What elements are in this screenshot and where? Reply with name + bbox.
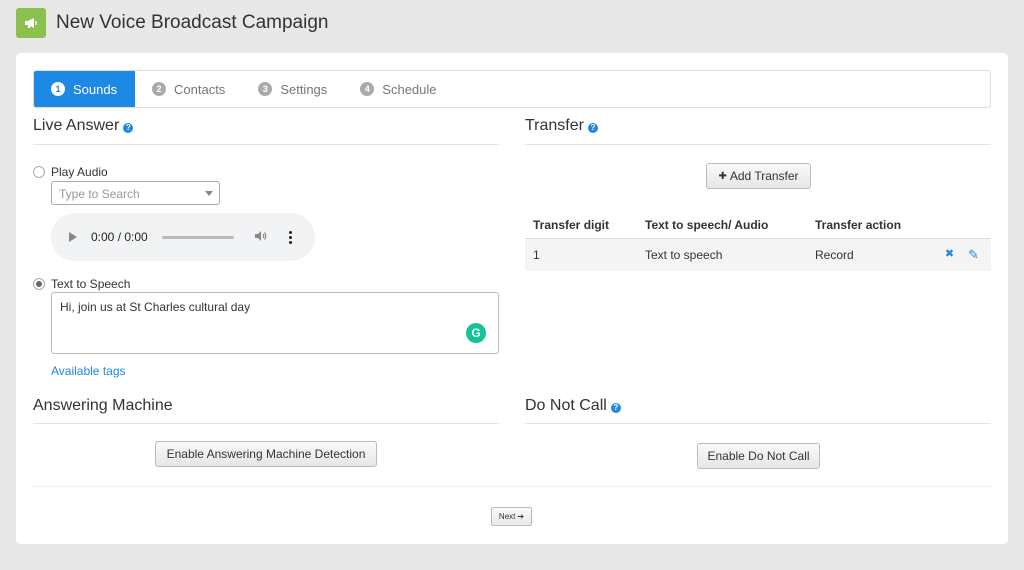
live-answer-heading: Live Answer	[33, 117, 119, 135]
play-icon[interactable]	[69, 232, 77, 242]
tab-label: Sounds	[73, 82, 117, 97]
text-to-speech-option[interactable]: Text to Speech	[33, 277, 130, 291]
page-header: New Voice Broadcast Campaign	[16, 8, 328, 38]
tab-sounds[interactable]: 1 Sounds	[34, 71, 135, 107]
tts-text: Hi, join us at St Charles cultural day	[60, 300, 250, 314]
transfer-digit-cell: 1	[525, 248, 637, 262]
do-not-call-heading: Do Not Call	[525, 397, 607, 415]
play-audio-option[interactable]: Play Audio	[33, 165, 108, 179]
delete-icon[interactable]: ✖	[945, 247, 954, 263]
edit-icon[interactable]: ✎	[968, 247, 979, 263]
text-to-speech-label: Text to Speech	[51, 277, 130, 291]
next-button[interactable]: Next ➔	[491, 507, 532, 526]
answering-machine-title: Answering Machine	[33, 397, 173, 415]
chevron-down-icon	[205, 191, 213, 196]
help-icon[interactable]: ?	[611, 403, 621, 413]
audio-progress-slider[interactable]	[162, 236, 234, 239]
transfer-tts-cell: Text to speech	[637, 248, 807, 262]
next-label: Next	[499, 512, 515, 521]
available-tags-link[interactable]: Available tags	[51, 364, 126, 378]
section-divider	[525, 144, 991, 145]
volume-icon[interactable]	[254, 230, 267, 245]
arrow-right-icon: ➔	[517, 512, 524, 521]
audio-search-select[interactable]: Type to Search	[51, 181, 220, 205]
tab-number: 3	[258, 82, 272, 96]
campaign-card: 1 Sounds 2 Contacts 3 Settings 4 Schedul…	[16, 53, 1008, 544]
tab-settings[interactable]: 3 Settings	[241, 71, 343, 107]
transfer-title: Transfer ?	[525, 117, 598, 135]
text-to-speech-radio[interactable]	[33, 278, 45, 290]
plus-icon: ✚	[718, 171, 726, 182]
audio-player: 0:00 / 0:00	[51, 213, 315, 261]
audio-search-placeholder: Type to Search	[59, 187, 140, 201]
grammarly-icon[interactable]: G	[466, 323, 486, 343]
column-header: Transfer digit	[525, 218, 637, 232]
audio-time: 0:00 / 0:00	[91, 230, 148, 244]
play-audio-label: Play Audio	[51, 165, 108, 179]
section-divider	[33, 144, 499, 145]
footer-divider	[33, 486, 991, 487]
tab-schedule[interactable]: 4 Schedule	[343, 71, 452, 107]
tab-label: Contacts	[174, 82, 225, 97]
tts-textarea[interactable]: Hi, join us at St Charles cultural day G	[51, 292, 499, 354]
column-header: Text to speech/ Audio	[637, 218, 807, 232]
add-transfer-label: Add Transfer	[730, 169, 799, 183]
row-actions: ✖ ✎	[923, 247, 991, 263]
enable-do-not-call-button[interactable]: Enable Do Not Call	[697, 443, 820, 469]
table-row: 1 Text to speech Record ✖ ✎	[525, 239, 991, 271]
section-divider	[33, 423, 499, 424]
do-not-call-title: Do Not Call ?	[525, 397, 621, 415]
transfer-heading: Transfer	[525, 117, 584, 135]
tab-label: Settings	[280, 82, 327, 97]
more-options-icon[interactable]	[289, 231, 292, 244]
column-header: Transfer action	[807, 218, 923, 232]
megaphone-icon	[16, 8, 46, 38]
tab-number: 4	[360, 82, 374, 96]
tab-number: 2	[152, 82, 166, 96]
tab-contacts[interactable]: 2 Contacts	[135, 71, 241, 107]
live-answer-title: Live Answer ?	[33, 117, 133, 135]
section-divider	[525, 423, 991, 424]
help-icon[interactable]: ?	[588, 123, 598, 133]
tab-number: 1	[51, 82, 65, 96]
help-icon[interactable]: ?	[123, 123, 133, 133]
wizard-tabs: 1 Sounds 2 Contacts 3 Settings 4 Schedul…	[33, 70, 991, 108]
add-transfer-button[interactable]: ✚ Add Transfer	[706, 163, 811, 189]
table-header: Transfer digit Text to speech/ Audio Tra…	[525, 211, 991, 239]
transfer-table: Transfer digit Text to speech/ Audio Tra…	[525, 211, 991, 271]
transfer-action-cell: Record	[807, 248, 923, 262]
answering-machine-heading: Answering Machine	[33, 397, 173, 415]
play-audio-radio[interactable]	[33, 166, 45, 178]
enable-amd-button[interactable]: Enable Answering Machine Detection	[155, 441, 377, 467]
page-title: New Voice Broadcast Campaign	[56, 12, 328, 34]
tab-label: Schedule	[382, 82, 436, 97]
